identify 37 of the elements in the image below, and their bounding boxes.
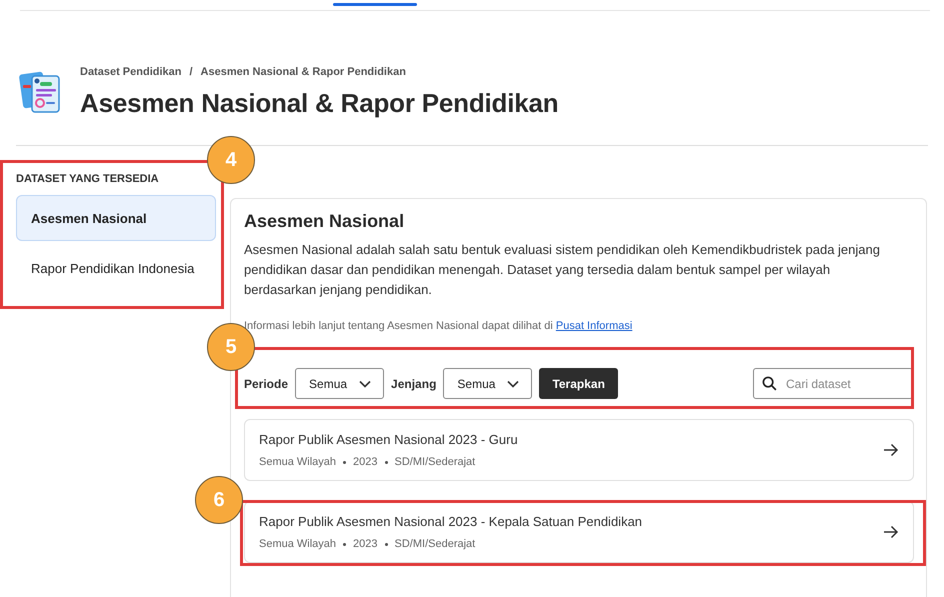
info-link[interactable]: Pusat Informasi <box>556 320 632 332</box>
apply-button[interactable]: Terapkan <box>539 368 618 399</box>
chevron-down-icon <box>359 380 372 388</box>
arrow-right-icon <box>883 442 899 458</box>
section-title: Asesmen Nasional <box>244 211 406 232</box>
dataset-meta: Semua Wilayah <box>259 456 336 468</box>
sidebar-item[interactable]: Asesmen Nasional <box>16 195 216 241</box>
callout-badge: 4 <box>207 136 255 184</box>
separator-dot <box>343 542 346 546</box>
page-title: Asesmen Nasional & Rapor Pendidikan <box>80 88 558 119</box>
search-field[interactable]: Cari dataset <box>753 368 913 399</box>
chevron-down-icon <box>507 380 520 388</box>
sidebar-heading: DATASET YANG TERSEDIA <box>16 173 160 185</box>
dataset-title: Rapor Publik Asesmen Nasional 2023 - Guru <box>259 432 519 447</box>
sidebar-item[interactable]: Rapor Pendidikan Indonesia <box>16 245 216 291</box>
dataset-card[interactable]: Rapor Publik Asesmen Nasional 2023 - Kepala Satuan Pendidikan Semua Wilayah 2023 SD/MI/Sederajat <box>244 501 914 563</box>
arrow-right-icon <box>883 524 899 540</box>
breadcrumb-separator: / <box>189 66 193 78</box>
dataset-meta: Semua Wilayah <box>259 538 336 550</box>
separator-dot <box>384 460 388 464</box>
separator-dot <box>343 460 346 464</box>
breadcrumb-current: Asesmen Nasional & Rapor Pendidikan <box>200 66 406 78</box>
separator-dot <box>384 542 388 546</box>
search-icon <box>762 376 777 391</box>
filter-label: Jenjang <box>391 376 436 390</box>
description-text: Asesmen Nasional adalah salah satu bentuk evaluasi sistem pendidikan oleh Kemendikbudristek pada jenjang pendidikan dasar dan pendidikan menengah. Dataset yang tersedia dalam bentuk sampel per wilayah berdasarkan jenjang pendidikan. <box>244 241 881 299</box>
filter-label: Periode <box>244 376 288 390</box>
breadcrumb-link[interactable]: Dataset Pendidikan <box>80 66 182 78</box>
dataset-meta: SD/MI/Sederajat <box>394 456 476 468</box>
dataset-card[interactable]: Rapor Publik Asesmen Nasional 2023 - Guru Semua Wilayah 2023 SD/MI/Sederajat <box>244 419 914 481</box>
filter-select[interactable]: Semua <box>443 368 532 399</box>
callout-badge: 6 <box>195 476 243 524</box>
dataset-title: Rapor Publik Asesmen Nasional 2023 - Kepala Satuan Pendidikan <box>259 514 644 529</box>
filter-select[interactable]: Semua <box>295 368 384 399</box>
dataset-meta: 2023 <box>353 456 378 468</box>
dataset-meta: 2023 <box>353 538 378 550</box>
dataset-meta: SD/MI/Sederajat <box>394 538 476 550</box>
